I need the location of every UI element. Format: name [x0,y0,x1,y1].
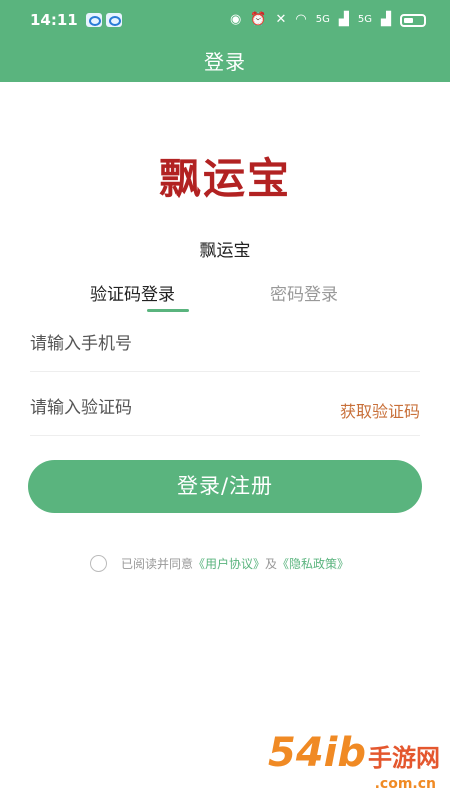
user-agreement-link[interactable]: 《用户协议》 [193,555,265,572]
code-field: 获取验证码 [30,380,420,436]
agreement-prefix: 已阅读并同意 [121,556,194,571]
phone-input[interactable] [30,316,290,372]
tab-password-login[interactable]: 密码登录 [270,280,338,305]
login-register-button[interactable]: 登录/注册 [28,460,422,513]
active-tab-indicator [147,309,189,312]
watermark: 54ib手游网 .com.cn [268,733,440,792]
app-name: 飘运宝 [199,241,251,261]
watermark-domain: .com.cn [374,776,436,792]
agree-checkbox[interactable] [90,554,107,572]
signal-5g-icon: 5G [357,14,372,25]
signal-icon: ▟ [381,12,391,27]
status-bar: 14:11 ◉ ⏰ ✕ ◠ 5G ▟ 5G ▟ [0,0,450,40]
tab-code-login[interactable]: 验证码登录 [90,280,175,305]
get-code-button[interactable]: 获取验证码 [340,398,420,422]
phone-field [30,316,420,372]
signal-5g-icon: 5G [315,14,330,25]
app-header: 14:11 ◉ ⏰ ✕ ◠ 5G ▟ 5G ▟ 登录 [0,0,450,82]
page-title: 登录 [204,50,246,74]
signal-icon: ▟ [338,12,349,27]
watermark-cn: 手游网 [368,744,440,772]
agreement-row: 已阅读并同意 《用户协议》 及 《隐私政策》 [90,553,349,573]
app-logo: 飘运宝 [158,154,291,203]
status-icons: ◉ ⏰ ✕ ◠ 5G ▟ 5G ▟ [230,12,426,28]
agreement-conjunction: 及 [265,556,278,571]
code-input[interactable] [30,380,290,436]
alarm-icon: ⏰ [250,12,267,27]
notification-icon [86,13,102,27]
status-time: 14:11 [30,11,78,29]
battery-icon [400,13,426,27]
privacy-policy-link[interactable]: 《隐私政策》 [277,555,349,572]
watermark-main: 54ib [267,730,366,776]
mute-icon: ✕ [275,12,287,27]
eye-icon: ◉ [229,12,242,27]
notification-icon [106,13,122,27]
wifi-icon: ◠ [295,12,307,27]
